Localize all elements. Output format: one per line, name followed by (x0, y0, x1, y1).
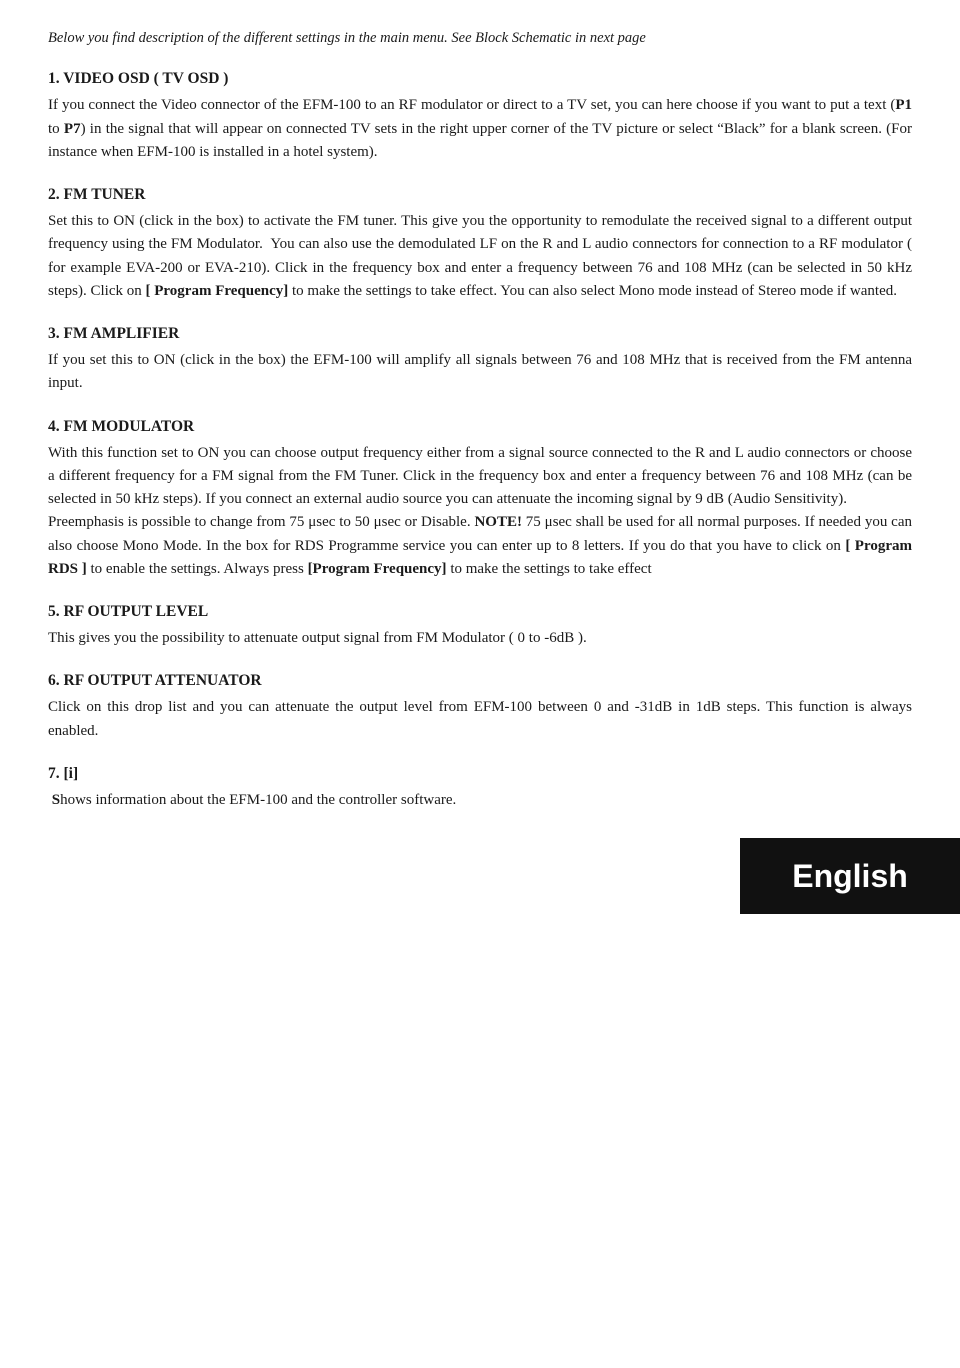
bold-p7: P7 (64, 121, 81, 137)
section-2-body: Set this to ON (click in the box) to act… (48, 210, 912, 303)
section-4-number: 4. (48, 418, 64, 435)
section-fm-modulator: 4. FM MODULATOR With this function set t… (48, 418, 912, 582)
section-6-title: 6. RF OUTPUT ATTENUATOR (48, 672, 912, 690)
bold-p1: P1 (895, 97, 912, 113)
note-bold: NOTE! (474, 514, 522, 530)
page-header: Below you find description of the differ… (48, 28, 912, 48)
english-banner: English (740, 838, 960, 914)
program-rds-ref: [ Program RDS ] (48, 538, 912, 577)
section-6-heading: RF OUTPUT ATTENUATOR (64, 672, 262, 689)
section-5-number: 5. (48, 603, 64, 620)
section-2-number: 2. (48, 186, 64, 203)
section-info: 7. [i] Shows information about the EFM-1… (48, 765, 912, 812)
section-fm-amplifier: 3. FM AMPLIFIER If you set this to ON (c… (48, 325, 912, 396)
section-video-osd: 1. VIDEO OSD ( TV OSD ) If you connect t… (48, 70, 912, 164)
section-1-heading: VIDEO OSD ( TV OSD ) (63, 70, 228, 87)
section-rf-output-level: 5. RF OUTPUT LEVEL This gives you the po… (48, 603, 912, 650)
section-5-heading: RF OUTPUT LEVEL (64, 603, 209, 620)
section-7-title: 7. [i] (48, 765, 912, 783)
section-4-heading: FM MODULATOR (64, 418, 195, 435)
section-2-heading: FM TUNER (64, 186, 146, 203)
section-7-heading: [i] (64, 765, 79, 782)
section-2-title: 2. FM TUNER (48, 186, 912, 204)
program-frequency-ref-2: [Program Frequency] (308, 561, 447, 577)
section-1-number: 1. (48, 70, 63, 87)
section-7-number: 7. (48, 765, 64, 782)
section-6-number: 6. (48, 672, 64, 689)
section-6-body: Click on this drop list and you can atte… (48, 696, 912, 743)
section-rf-output-attenuator: 6. RF OUTPUT ATTENUATOR Click on this dr… (48, 672, 912, 743)
section-7-body: Shows information about the EFM-100 and … (48, 789, 912, 812)
section-fm-tuner: 2. FM TUNER Set this to ON (click in the… (48, 186, 912, 303)
section-3-title: 3. FM AMPLIFIER (48, 325, 912, 343)
section-4-body: With this function set to ON you can cho… (48, 442, 912, 582)
section-3-number: 3. (48, 325, 64, 342)
english-label: English (792, 858, 908, 895)
section-3-heading: FM AMPLIFIER (64, 325, 180, 342)
section-1-body: If you connect the Video connector of th… (48, 94, 912, 164)
program-frequency-ref-1: [ Program Frequency] (146, 283, 289, 299)
section-4-title: 4. FM MODULATOR (48, 418, 912, 436)
section-5-title: 5. RF OUTPUT LEVEL (48, 603, 912, 621)
section-5-body: This gives you the possibility to attenu… (48, 627, 912, 650)
section-3-body: If you set this to ON (click in the box)… (48, 349, 912, 396)
section-1-title: 1. VIDEO OSD ( TV OSD ) (48, 70, 912, 88)
page-container: Below you find description of the differ… (0, 0, 960, 914)
